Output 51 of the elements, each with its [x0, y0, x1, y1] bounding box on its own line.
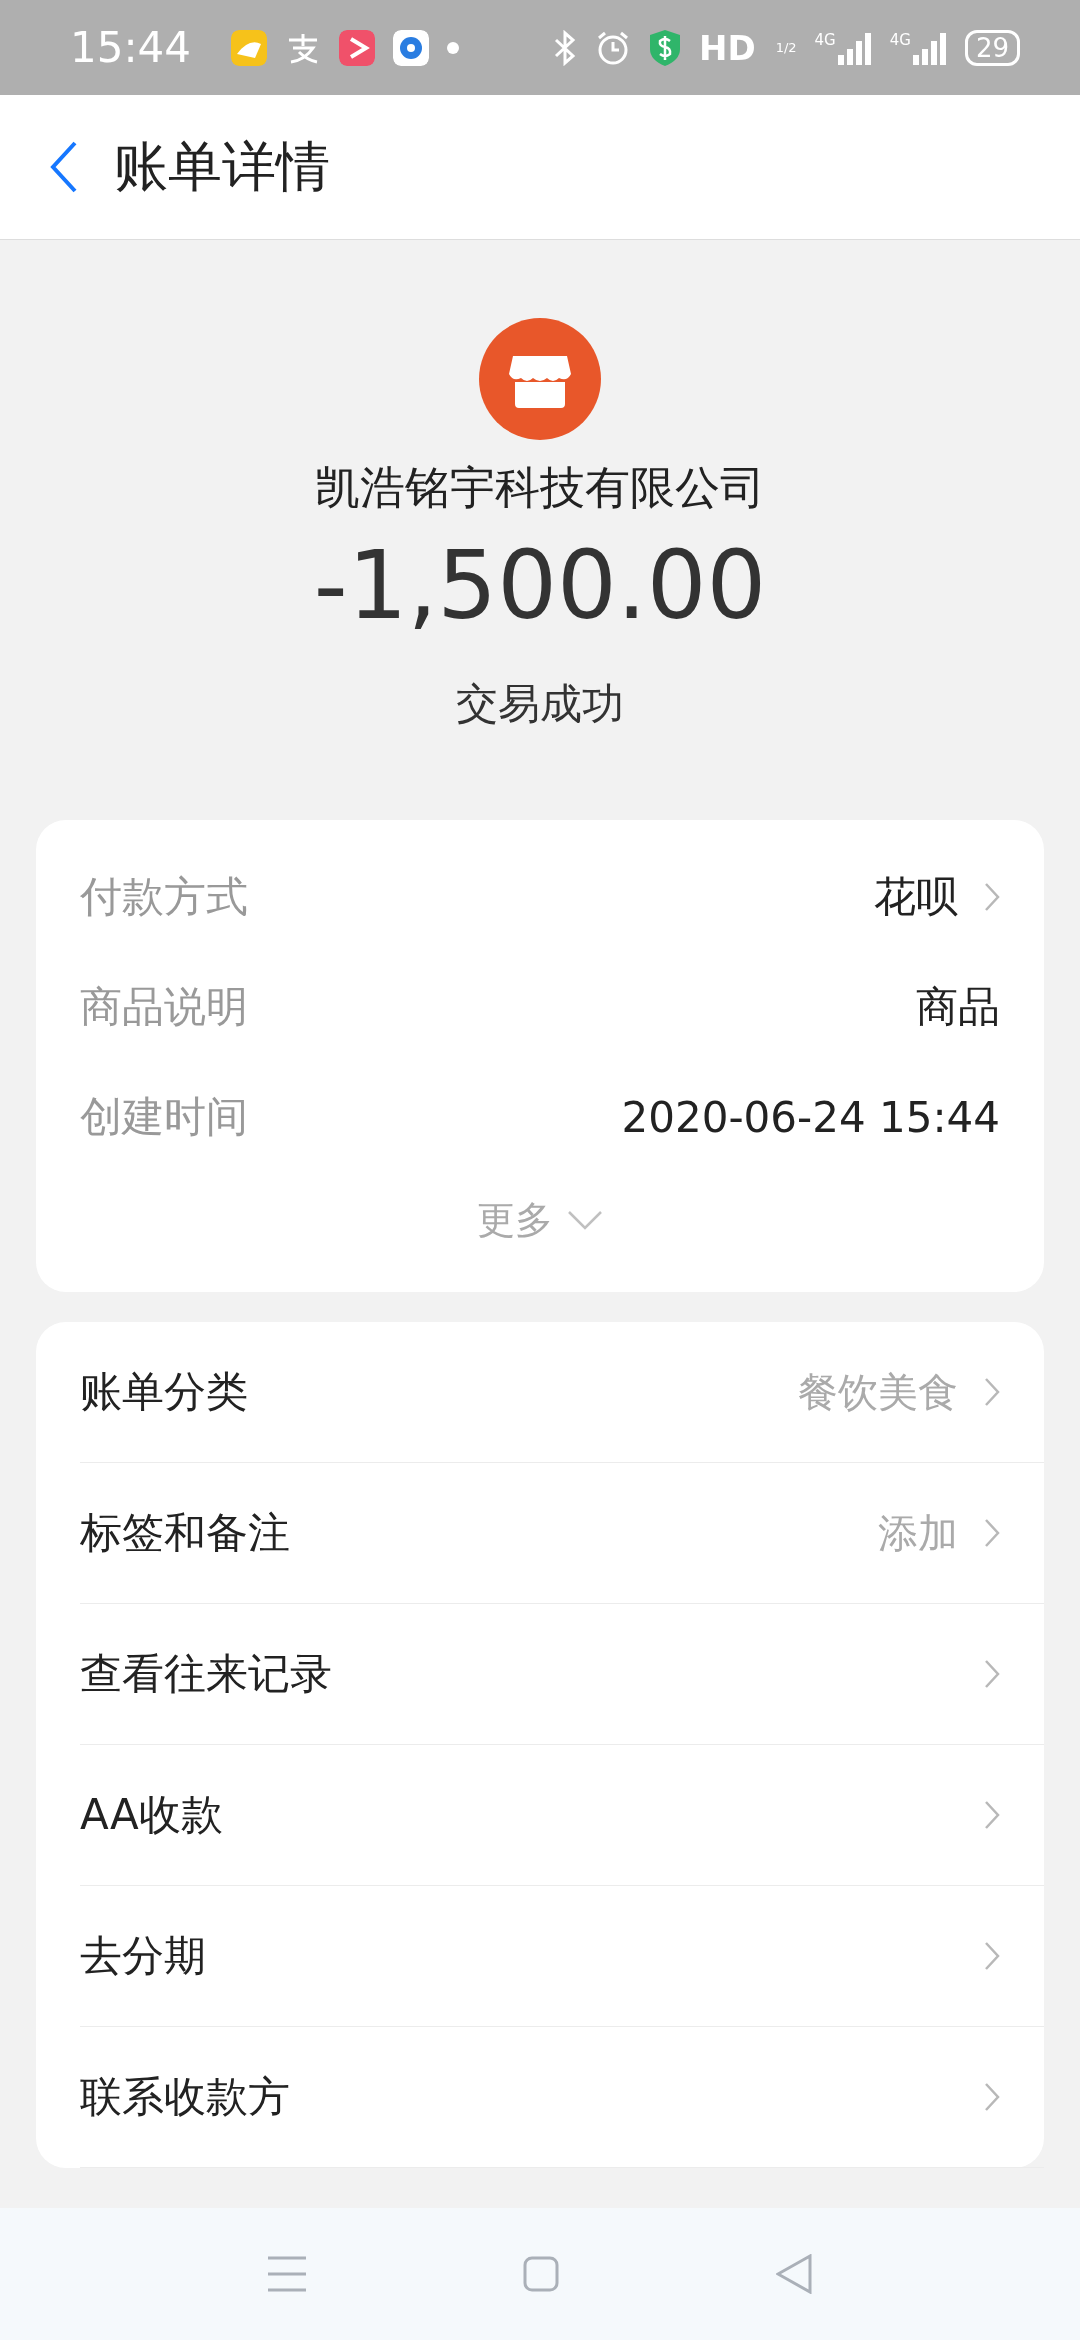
action-label: 查看往来记录	[80, 1648, 333, 1700]
chevron-icon	[984, 2082, 1000, 2112]
network-label: 4G	[889, 30, 911, 49]
network-label: 4G	[814, 30, 836, 49]
action-label: 标签和备注	[80, 1507, 291, 1559]
detail-label: 商品说明	[80, 981, 249, 1033]
app-icon	[393, 29, 430, 66]
action-row[interactable]: 查看往来记录	[80, 1604, 1044, 1745]
chevron-icon	[984, 1518, 1000, 1548]
chevron-down-icon	[567, 1210, 603, 1230]
status-time: 15:44	[70, 23, 192, 72]
action-row[interactable]: 联系收款方	[80, 2027, 1044, 2168]
detail-value: 花呗	[874, 871, 958, 923]
chevron-icon	[984, 1800, 1000, 1830]
amount: -1,500.00	[313, 530, 767, 642]
action-label: 账单分类	[80, 1366, 249, 1418]
action-row[interactable]: 账单分类 餐饮美食	[80, 1322, 1044, 1463]
signal-icon	[912, 30, 947, 65]
transaction-status: 交易成功	[456, 678, 624, 730]
action-row[interactable]: 标签和备注 添加	[80, 1463, 1044, 1604]
play-icon	[339, 29, 376, 66]
action-value: 添加	[878, 1508, 958, 1558]
signal-icon	[837, 30, 872, 65]
back-triangle-icon[interactable]	[775, 2254, 812, 2294]
detail-label: 创建时间	[80, 1091, 249, 1143]
app-icon	[231, 29, 268, 66]
menu-icon[interactable]	[268, 2256, 307, 2292]
detail-value: 商品	[916, 981, 1000, 1033]
action-row[interactable]: AA收款	[80, 1745, 1044, 1886]
page-title: 账单详情	[114, 133, 330, 200]
bluetooth-icon	[552, 29, 577, 66]
home-icon[interactable]	[523, 2256, 559, 2292]
chevron-icon	[984, 1377, 1000, 1407]
action-label: 去分期	[80, 1930, 207, 1982]
shield-icon	[648, 28, 681, 67]
battery-level: 29	[964, 29, 1020, 66]
chevron-icon	[984, 1941, 1000, 1971]
chevron-icon	[984, 882, 1000, 912]
detail-label: 付款方式	[80, 871, 249, 923]
dot-icon	[447, 41, 460, 54]
back-icon[interactable]	[50, 141, 78, 193]
action-value: 餐饮美食	[798, 1367, 958, 1417]
store-icon	[479, 318, 601, 440]
chevron-icon	[984, 1659, 1000, 1689]
action-row[interactable]: 去分期	[80, 1886, 1044, 2027]
action-label: AA收款	[80, 1789, 224, 1841]
action-label: 联系收款方	[80, 2071, 291, 2123]
hd-indicator: HD	[698, 27, 756, 68]
merchant-name: 凯浩铭宇科技有限公司	[315, 460, 765, 516]
hd-subscript: 1/2	[775, 40, 797, 55]
detail-value: 2020-06-24 15:44	[621, 1092, 1000, 1142]
